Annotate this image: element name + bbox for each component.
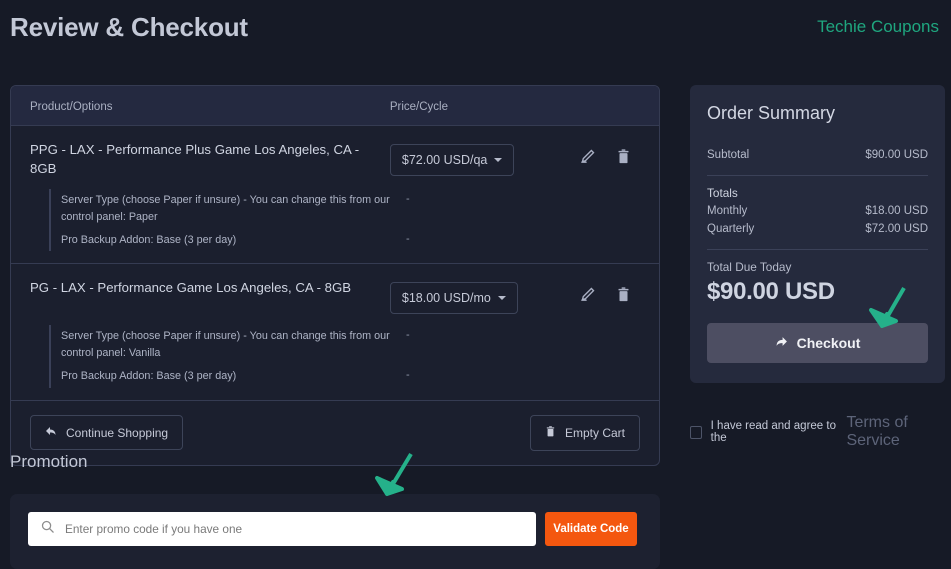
total-row-quarterly: Quarterly $72.00 USD	[707, 220, 928, 238]
promotion-card: Validate Code	[10, 494, 660, 569]
option-label: Server Type (choose Paper if unsure) - Y…	[61, 330, 390, 360]
row-actions	[579, 278, 659, 303]
checkout-label: Checkout	[796, 335, 861, 351]
column-header-price-label: Price/Cycle	[389, 100, 449, 113]
trash-icon	[545, 425, 556, 441]
product-options: Server Type (choose Paper if unsure) - Y…	[49, 325, 659, 388]
subtotal-value: $90.00 USD	[865, 149, 928, 161]
row-actions	[579, 140, 659, 165]
subtotal-label: Subtotal	[707, 149, 750, 161]
list-item: Pro Backup Addon: Base (3 per day) -	[61, 365, 659, 388]
arrow-right-icon	[775, 335, 788, 351]
checkout-button[interactable]: Checkout	[707, 323, 928, 363]
promotion-title: Promotion	[10, 452, 88, 471]
terms-checkbox[interactable]	[690, 425, 702, 439]
empty-cart-label: Empty Cart	[564, 425, 625, 440]
continue-shopping-button[interactable]: Continue Shopping	[30, 415, 184, 451]
page-header: Review & Checkout Techie Coupons	[0, 0, 951, 62]
option-value: -	[406, 232, 410, 245]
promo-code-input[interactable]	[65, 522, 495, 536]
subtotal-row: Subtotal $90.00 USD	[707, 146, 928, 164]
table-row: PPG - LAX - Performance Plus Game Los An…	[11, 126, 659, 265]
terms-text: I have read and agree to the	[710, 420, 836, 444]
total-due-today-value: $90.00 USD	[707, 278, 835, 305]
column-header-product-label: Product/Options	[30, 100, 113, 113]
option-value: -	[406, 368, 410, 381]
order-summary-panel: Order Summary Subtotal $90.00 USD Totals…	[690, 85, 945, 383]
checkout-page: Review & Checkout Techie Coupons Product…	[0, 0, 951, 569]
list-item: Pro Backup Addon: Base (3 per day) -	[61, 229, 659, 252]
trash-icon[interactable]	[616, 148, 631, 165]
divider	[707, 249, 928, 250]
list-item: Server Type (choose Paper if unsure) - Y…	[61, 325, 659, 364]
empty-cart-button[interactable]: Empty Cart	[529, 414, 640, 451]
price-cycle-dropdown[interactable]: $72.00 USD/qa	[389, 144, 515, 176]
promo-field[interactable]	[28, 512, 536, 546]
validate-code-button[interactable]: Validate Code	[545, 512, 637, 546]
totals-label: Totals	[707, 186, 738, 200]
price-cycle-dropdown[interactable]: $18.00 USD/mo	[389, 282, 518, 315]
price-cycle-value: $72.00 USD/qa	[401, 153, 488, 167]
terms-of-service-link[interactable]: Terms of Service	[846, 414, 951, 450]
chevron-down-icon	[497, 296, 506, 301]
brand-logo[interactable]: Techie Coupons	[817, 17, 939, 37]
total-label-monthly: Monthly	[707, 205, 748, 217]
divider	[707, 175, 928, 176]
search-icon	[40, 519, 55, 539]
chevron-down-icon	[494, 158, 503, 162]
total-value-quarterly: $72.00 USD	[865, 223, 928, 235]
page-title: Review & Checkout	[10, 12, 248, 42]
cart-footer: Continue Shopping Empty Cart	[11, 401, 659, 465]
option-value: -	[406, 329, 410, 342]
column-header-price: Price/Cycle	[390, 97, 579, 115]
option-label: Server Type (choose Paper if unsure) - Y…	[61, 194, 390, 224]
price-cell: $18.00 USD/mo	[389, 278, 579, 315]
list-item: Server Type (choose Paper if unsure) - Y…	[61, 189, 659, 228]
table-row: PG - LAX - Performance Game Los Angeles,…	[11, 264, 659, 401]
price-cycle-value: $18.00 USD/mo	[401, 291, 491, 306]
trash-icon[interactable]	[616, 286, 631, 303]
product-name: PPG - LAX - Performance Plus Game Los An…	[30, 142, 360, 177]
option-value: -	[406, 193, 410, 206]
back-arrow-icon	[45, 425, 57, 440]
cart-card: Product/Options Price/Cycle PPG - LAX - …	[10, 85, 660, 466]
column-header-product: Product/Options	[11, 97, 390, 115]
pencil-icon[interactable]	[579, 148, 596, 165]
order-summary-title: Order Summary	[707, 103, 836, 123]
total-due-today-label: Total Due Today	[707, 260, 792, 274]
continue-shopping-label: Continue Shopping	[66, 425, 169, 440]
cart-table-header: Product/Options Price/Cycle	[11, 86, 659, 126]
product-name: PG - LAX - Performance Game Los Angeles,…	[30, 280, 352, 296]
total-row-monthly: Monthly $18.00 USD	[707, 202, 928, 220]
product-options: Server Type (choose Paper if unsure) - Y…	[49, 189, 659, 252]
terms-agreement: I have read and agree to the Terms of Se…	[690, 414, 951, 450]
option-label: Pro Backup Addon: Base (3 per day)	[61, 369, 237, 382]
total-label-quarterly: Quarterly	[707, 223, 755, 235]
pencil-icon[interactable]	[579, 286, 596, 303]
total-value-monthly: $18.00 USD	[865, 205, 928, 217]
option-label: Pro Backup Addon: Base (3 per day)	[61, 233, 237, 246]
price-cell: $72.00 USD/qa	[389, 140, 579, 176]
